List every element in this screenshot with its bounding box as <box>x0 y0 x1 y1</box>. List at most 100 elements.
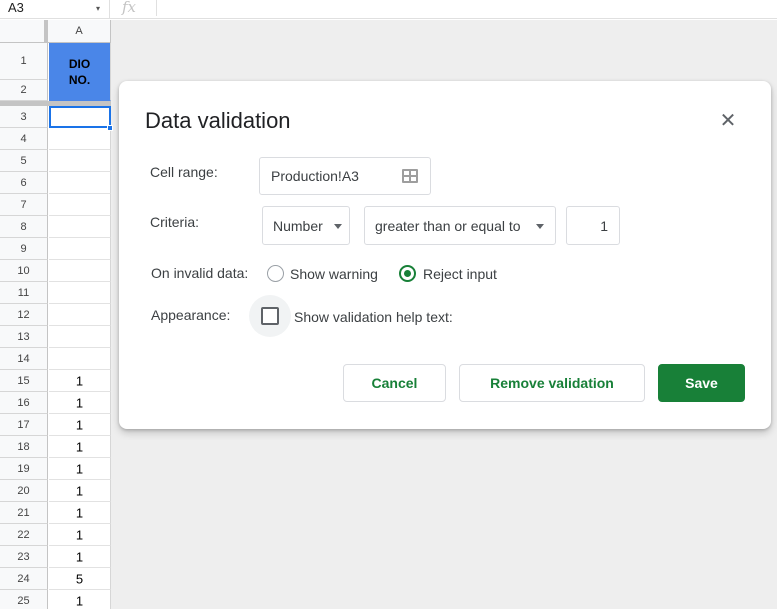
table-row: 12 <box>0 304 111 326</box>
row-header[interactable]: 7 <box>0 194 48 216</box>
cell[interactable]: 1 <box>49 590 111 609</box>
row-header[interactable]: 5 <box>0 150 48 172</box>
dialog-title: Data validation <box>145 108 291 133</box>
row-header[interactable]: 16 <box>0 392 48 414</box>
table-row: 19 1 <box>0 458 111 480</box>
row-number: 20 <box>17 484 30 497</box>
cell[interactable] <box>49 238 111 260</box>
close-icon[interactable]: ✕ <box>715 108 741 134</box>
row-header[interactable]: 21 <box>0 502 48 524</box>
cell-value: 1 <box>75 373 84 388</box>
row-header[interactable]: 25 <box>0 590 48 609</box>
cell[interactable]: 1 <box>49 480 111 502</box>
row-number: 14 <box>17 352 30 365</box>
chevron-down-icon[interactable]: ▾ <box>96 3 100 15</box>
selection-fill-handle[interactable] <box>107 125 113 131</box>
cell[interactable] <box>49 304 111 326</box>
show-warning-label[interactable]: Show warning <box>290 265 378 283</box>
spreadsheet-window: A3 ▾ fx A 1 DIO NO. 2 3 4 5 6 7 8 9 10 11 12 13 14 15 1 1… <box>0 0 777 609</box>
row-header[interactable]: 10 <box>0 260 48 282</box>
cell[interactable] <box>49 194 111 216</box>
chevron-down-icon <box>536 224 544 229</box>
row-header[interactable]: 11 <box>0 282 48 304</box>
cell[interactable]: 1 <box>49 546 111 568</box>
table-row: 14 <box>0 348 111 370</box>
cell[interactable] <box>49 282 111 304</box>
cell-value: 1 <box>75 439 84 454</box>
frozen-row-divider[interactable] <box>0 101 111 106</box>
save-button[interactable]: Save <box>658 364 745 402</box>
row-number: 9 <box>20 242 27 255</box>
row-header[interactable]: 15 <box>0 370 48 392</box>
cell-range-input[interactable]: Production!A3 <box>259 157 431 195</box>
row-header[interactable]: 6 <box>0 172 48 194</box>
selected-cell-a3[interactable] <box>49 106 111 128</box>
cell[interactable] <box>49 216 111 238</box>
row-header[interactable]: 14 <box>0 348 48 370</box>
help-text-checkbox[interactable] <box>261 307 279 325</box>
table-row: 15 1 <box>0 370 111 392</box>
cell[interactable]: 1 <box>49 414 111 436</box>
row-header[interactable]: 20 <box>0 480 48 502</box>
cell[interactable] <box>49 150 111 172</box>
row-number: 21 <box>17 506 30 519</box>
row-number: 2 <box>20 84 27 96</box>
row-header[interactable]: 9 <box>0 238 48 260</box>
cell[interactable]: 1 <box>49 436 111 458</box>
cell[interactable]: 1 <box>49 524 111 546</box>
row-number: 11 <box>17 286 30 299</box>
select-all-corner[interactable] <box>0 20 48 43</box>
criteria-value-input[interactable]: 1 <box>566 206 620 245</box>
row-header[interactable]: 18 <box>0 436 48 458</box>
criteria-type-dropdown[interactable]: Number <box>262 206 350 245</box>
table-row: 2 <box>0 80 111 101</box>
row-header[interactable]: 2 <box>0 80 48 101</box>
help-text-checkbox-label[interactable]: Show validation help text: <box>294 308 453 326</box>
cell[interactable]: 1 <box>49 370 111 392</box>
cancel-button[interactable]: Cancel <box>343 364 446 402</box>
reject-input-radio[interactable] <box>399 265 416 282</box>
cell[interactable] <box>49 260 111 282</box>
row-header[interactable]: 3 <box>0 106 48 128</box>
table-row: 9 <box>0 238 111 260</box>
remove-validation-button[interactable]: Remove validation <box>459 364 645 402</box>
cell[interactable]: 1 <box>49 502 111 524</box>
cell[interactable]: 1 <box>49 392 111 414</box>
row-header[interactable]: 22 <box>0 524 48 546</box>
cell-range-label: Cell range: <box>150 164 218 180</box>
table-row: 5 <box>0 150 111 172</box>
row-header[interactable]: 19 <box>0 458 48 480</box>
row-header[interactable]: 13 <box>0 326 48 348</box>
cell[interactable] <box>49 128 111 150</box>
cell[interactable]: 1 <box>49 458 111 480</box>
table-row: 10 <box>0 260 111 282</box>
formula-bar-divider <box>156 0 157 16</box>
name-box[interactable]: A3 ▾ <box>0 0 110 19</box>
cell[interactable]: 5 <box>49 568 111 590</box>
row-header[interactable]: 8 <box>0 216 48 238</box>
cell[interactable] <box>49 326 111 348</box>
table-row: 8 <box>0 216 111 238</box>
row-header[interactable]: 12 <box>0 304 48 326</box>
row-header[interactable]: 24 <box>0 568 48 590</box>
row-header[interactable]: 4 <box>0 128 48 150</box>
cell[interactable] <box>49 348 111 370</box>
column-header-a[interactable]: A <box>48 20 111 43</box>
criteria-operator-dropdown[interactable]: greater than or equal to <box>364 206 556 245</box>
row-number: 6 <box>20 176 27 189</box>
reject-input-label[interactable]: Reject input <box>423 265 497 283</box>
row-number: 24 <box>17 572 30 585</box>
table-row: 6 <box>0 172 111 194</box>
row-header[interactable]: 1 <box>0 43 48 80</box>
cell[interactable] <box>49 172 111 194</box>
grid-select-icon[interactable] <box>402 169 418 183</box>
row-number: 1 <box>20 55 27 67</box>
row-number: 4 <box>20 132 27 145</box>
row-header[interactable]: 17 <box>0 414 48 436</box>
appearance-label: Appearance: <box>151 307 231 323</box>
show-warning-radio[interactable] <box>267 265 284 282</box>
row-header[interactable]: 23 <box>0 546 48 568</box>
table-row: 23 1 <box>0 546 111 568</box>
row-number: 12 <box>17 308 30 321</box>
table-row: 13 <box>0 326 111 348</box>
